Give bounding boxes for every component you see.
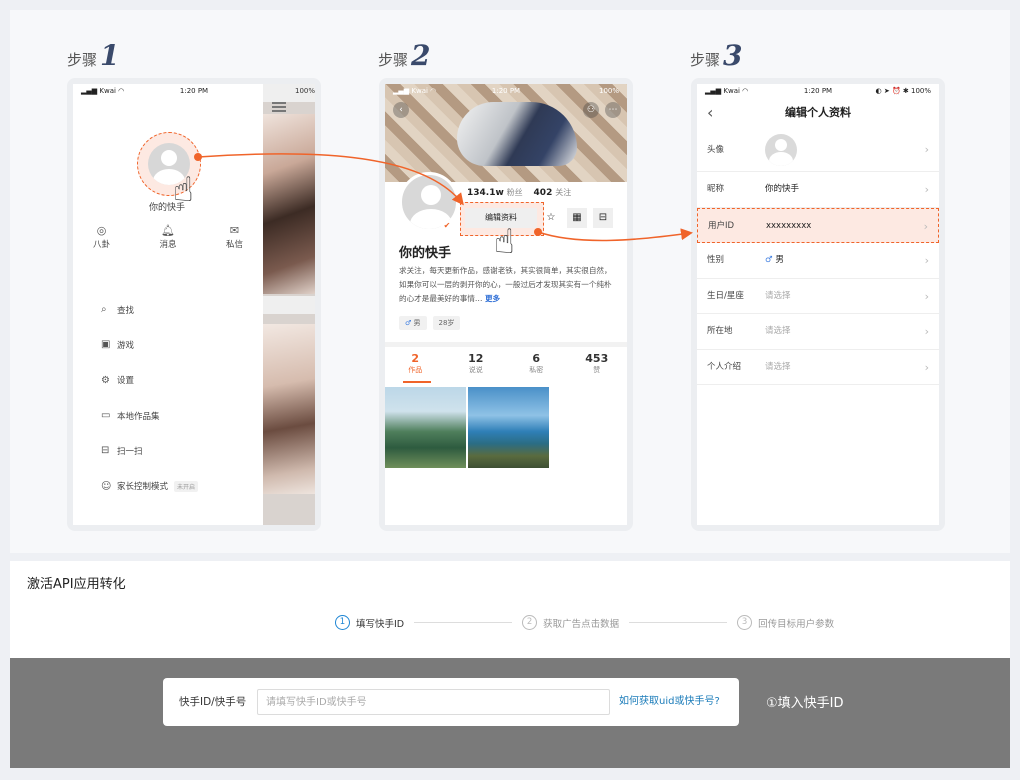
step-3-label: 步骤 3 (690, 39, 743, 72)
active-tab-indicator (403, 381, 431, 383)
qrcode-icon[interactable]: ▦ (567, 208, 587, 228)
section-title: 激活API应用转化 (27, 577, 126, 592)
follow-stats: 134.1w 粉丝 402 关注 (467, 188, 572, 198)
chevron-right-icon: › (924, 183, 929, 196)
quick-icon-dm[interactable]: ✉ 私信 (226, 224, 243, 250)
more-link[interactable]: 更多 (485, 294, 500, 303)
back-icon[interactable]: ‹ (707, 100, 713, 126)
side-menu: ⌕ 查找 ▣ 游戏 ⚙ 设置 ▭ 本地作品集 ⊟ 扫一扫 ☺ 家长控制模式 未开启 (101, 292, 199, 504)
menu-item-parental[interactable]: ☺ 家长控制模式 未开启 (101, 468, 199, 503)
kuaishou-id-label: 快手ID/快手号 (179, 696, 247, 708)
gamepad-icon: ▣ (101, 339, 111, 351)
age-chip: 28岁 (432, 316, 461, 330)
share-icon[interactable]: ⊟ (593, 208, 613, 228)
feed-preview: 100% (263, 84, 315, 525)
phone-step-2: ‹ ⚇ ⋯ ▂▄▆ Kwai ◠ 1:20 PM 100% ✔ 134.1w 粉… (379, 78, 633, 531)
settings-icon: ⚙ (101, 374, 110, 386)
scan-icon: ⊟ (101, 445, 110, 457)
side-menu-screen: ▂▄▆ Kwai ◠ 1:20 PM 100% 你的快手 ◎ 八卦 🔔︎ 消息 … (73, 84, 315, 525)
profile-name: 你的快手 (399, 246, 452, 261)
menu-item-games[interactable]: ▣ 游戏 (101, 327, 198, 362)
quick-icon-messages[interactable]: 🔔︎ 消息 (159, 224, 176, 250)
tap-hand-icon: ☝ (494, 222, 515, 262)
row-location[interactable]: 所在地 请选择 › (697, 314, 939, 350)
cover-photo: ‹ ⚇ ⋯ (385, 84, 627, 182)
back-icon[interactable]: ‹ (393, 102, 409, 118)
feed-photo[interactable] (263, 114, 315, 294)
quick-icon-gossip[interactable]: ◎ 八卦 (93, 224, 110, 250)
parental-icon: ☺ (101, 480, 112, 492)
tab-likes[interactable]: 453 赞 (567, 352, 628, 375)
nav-bar: ‹ 编辑个人资料 (697, 100, 939, 126)
profile-form: 头像 › 昵称 你的快手 › 用户ID xxxxxxxxx › 性别 ♂ 男 ›… (697, 128, 939, 385)
verified-icon: ✔ (441, 220, 453, 232)
menu-item-scan[interactable]: ⊟ 扫一扫 (101, 433, 198, 468)
phone-step-1: ▂▄▆ Kwai ◠ 1:20 PM 100% 你的快手 ◎ 八卦 🔔︎ 消息 … (67, 78, 321, 531)
chevron-right-icon: › (923, 219, 928, 233)
profile-tabs: 2 作品 12 说说 6 私密 453 赞 (385, 352, 627, 375)
row-gender[interactable]: 性别 ♂ 男 › (697, 243, 939, 279)
stepper-step-3[interactable]: 3 回传目标用户参数 (737, 615, 834, 630)
menu-item-search[interactable]: ⌕ 查找 (101, 292, 198, 327)
chevron-right-icon: › (924, 325, 929, 338)
chevron-right-icon: › (924, 360, 929, 374)
menu-icon[interactable] (272, 102, 286, 112)
status-bar: ▂▄▆ Kwai ◠ 1:20 PM 100% (393, 87, 619, 95)
progress-stepper: 1 填写快手ID 2 获取广告点击数据 3 回传目标用户参数 (335, 615, 834, 630)
chevron-right-icon: › (924, 254, 929, 267)
profile-tags: ♂ 男 28岁 (399, 316, 466, 330)
step-1-label: 步骤 1 (67, 39, 120, 72)
chevron-right-icon: › (924, 143, 929, 156)
how-to-get-uid-link[interactable]: 如何获取uid或快手号? (619, 678, 720, 726)
stepper-step-2[interactable]: 2 获取广告点击数据 (522, 615, 619, 630)
quick-icons: ◎ 八卦 🔔︎ 消息 ✉ 私信 (93, 224, 243, 250)
profile-bio: 求关注，每天更新作品，感谢老铁，其实很简单，其实很自然，如果你可以一层的剥开你的… (399, 266, 612, 303)
edit-profile-screen: ▂▄▆ Kwai ◠ 1:20 PM ◐ ➤ ⏰ ✱ 100% ‹ 编辑个人资料… (697, 84, 939, 525)
row-user-id[interactable]: 用户ID xxxxxxxxx › (697, 207, 939, 243)
page-title: 编辑个人资料 (785, 106, 851, 119)
stepper-step-1[interactable]: 1 填写快手ID (335, 615, 404, 630)
tab-works[interactable]: 2 作品 (385, 352, 446, 375)
male-icon: ♂ (765, 255, 773, 265)
api-activation-panel: 激活API应用转化 1 填写快手ID 2 获取广告点击数据 3 回传目标用户参数 (10, 561, 1010, 658)
search-icon: ⌕ (101, 304, 107, 316)
row-birthday[interactable]: 生日/星座 请选择 › (697, 279, 939, 314)
chevron-right-icon: › (924, 289, 929, 303)
star-icon[interactable]: ☆ (541, 208, 561, 228)
more-icon[interactable]: ⋯ (605, 102, 621, 118)
gender-chip: ♂ 男 (399, 316, 427, 330)
tab-posts[interactable]: 12 说说 (446, 352, 507, 375)
kuaishou-id-form: 快手ID/快手号 如何获取uid或快手号? (163, 678, 739, 726)
bell-icon: 🔔︎ (161, 224, 175, 237)
menu-item-settings[interactable]: ⚙ 设置 (101, 363, 198, 398)
status-badge: 未开启 (174, 480, 199, 492)
tab-private[interactable]: 6 私密 (506, 352, 567, 375)
kuaishou-id-input[interactable] (257, 689, 610, 715)
tutorial-panel: 步骤 1 步骤 2 步骤 3 ▂▄▆ Kwai ◠ 1:20 PM 100% 你的快 (10, 10, 1010, 553)
phone-step-3: ▂▄▆ Kwai ◠ 1:20 PM ◐ ➤ ⏰ ✱ 100% ‹ 编辑个人资料… (691, 78, 945, 531)
avatar (765, 134, 797, 166)
row-avatar[interactable]: 头像 › (697, 128, 939, 172)
menu-item-local-works[interactable]: ▭ 本地作品集 (101, 398, 198, 433)
instruction-callout: ①填入快手ID (766, 696, 844, 711)
status-bar: ▂▄▆ Kwai ◠ 1:20 PM ◐ ➤ ⏰ ✱ 100% (705, 87, 931, 95)
tap-hand-icon: ☝ (173, 170, 194, 210)
row-nickname[interactable]: 昵称 你的快手 › (697, 172, 939, 208)
work-thumbnail[interactable] (385, 387, 466, 468)
highlight-overlay: 快手ID/快手号 如何获取uid或快手号? ①填入快手ID (10, 658, 1010, 768)
work-thumbnail[interactable] (468, 387, 549, 468)
step-2-label: 步骤 2 (378, 39, 431, 72)
male-icon: ♂ (405, 319, 412, 327)
feed-photo[interactable] (263, 324, 315, 494)
add-friend-icon[interactable]: ⚇ (583, 102, 599, 118)
eye-icon: ◎ (96, 224, 107, 237)
mail-icon: ✉ (229, 224, 240, 237)
row-intro[interactable]: 个人介绍 请选择 › (697, 350, 939, 385)
profile-screen: ‹ ⚇ ⋯ ▂▄▆ Kwai ◠ 1:20 PM 100% ✔ 134.1w 粉… (385, 84, 627, 525)
folder-icon: ▭ (101, 410, 111, 422)
